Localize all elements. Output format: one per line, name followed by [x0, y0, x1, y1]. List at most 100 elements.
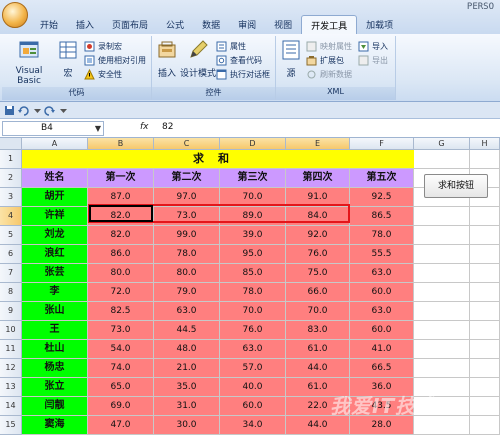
cell-blank[interactable] [414, 283, 470, 302]
row-header-9[interactable]: 9 [0, 302, 22, 321]
row-header-15[interactable]: 15 [0, 416, 22, 435]
score-cell[interactable]: 76.0 [220, 321, 286, 340]
undo-icon[interactable] [18, 105, 29, 116]
sheet-title[interactable]: 求和 [22, 150, 414, 169]
score-cell[interactable]: 47.0 [88, 416, 154, 435]
record-macro-button[interactable]: 录制宏 [84, 40, 122, 53]
view-code-button[interactable]: 查看代码 [216, 54, 262, 67]
score-cell[interactable]: 31.0 [154, 397, 220, 416]
row-header-13[interactable]: 13 [0, 378, 22, 397]
tab-insert[interactable]: 插入 [67, 15, 103, 34]
tab-formulas[interactable]: 公式 [157, 15, 193, 34]
relative-refs-button[interactable]: 使用相对引用 [84, 54, 146, 67]
score-cell[interactable]: 70.0 [286, 302, 350, 321]
column-header-b[interactable]: B [88, 138, 154, 150]
name-cell[interactable]: 杜山 [22, 340, 88, 359]
tab-data[interactable]: 数据 [193, 15, 229, 34]
cell-blank[interactable] [414, 321, 470, 340]
score-cell[interactable]: 66.0 [286, 283, 350, 302]
tab-developer[interactable]: 开发工具 [301, 15, 358, 34]
column-title-cell[interactable]: 姓名 [22, 169, 88, 188]
import-button[interactable]: 导入 [358, 40, 388, 53]
score-cell[interactable]: 86.5 [350, 207, 414, 226]
cell-blank[interactable] [414, 226, 470, 245]
score-cell[interactable]: 75.0 [286, 264, 350, 283]
score-cell[interactable]: 40.0 [220, 378, 286, 397]
score-cell[interactable]: 78.0 [154, 245, 220, 264]
column-title-cell[interactable]: 第一次 [88, 169, 154, 188]
refresh-data-button[interactable]: 刷新数据 [306, 68, 352, 81]
tab-add-ins[interactable]: 加载项 [357, 15, 402, 34]
cell-blank[interactable] [470, 226, 500, 245]
cell-blank[interactable] [414, 359, 470, 378]
name-cell[interactable]: 胡开 [22, 188, 88, 207]
save-icon[interactable] [4, 105, 15, 116]
name-cell[interactable]: 杨忠 [22, 359, 88, 378]
cell-blank[interactable] [414, 245, 470, 264]
cell-blank[interactable] [470, 207, 500, 226]
score-cell[interactable]: 41.0 [350, 340, 414, 359]
name-cell[interactable]: 张芸 [22, 264, 88, 283]
insert-function-icon[interactable]: fx [140, 122, 149, 132]
score-cell[interactable]: 76.0 [286, 245, 350, 264]
row-header-6[interactable]: 6 [0, 245, 22, 264]
office-button[interactable] [2, 2, 28, 28]
name-box[interactable]: B4 ▼ [2, 121, 104, 136]
score-cell[interactable]: 63.0 [154, 302, 220, 321]
customize-toolbar-icon[interactable] [58, 105, 69, 116]
macros-button[interactable]: 宏 [56, 39, 80, 79]
score-cell[interactable]: 48.0 [154, 340, 220, 359]
column-title-cell[interactable]: 第五次 [350, 169, 414, 188]
score-cell[interactable]: 82.5 [88, 302, 154, 321]
export-button[interactable]: 导出 [358, 54, 388, 67]
name-cell[interactable]: 窦海 [22, 416, 88, 435]
name-cell[interactable]: 许祥 [22, 207, 88, 226]
column-header-g[interactable]: G [414, 138, 470, 150]
name-cell[interactable]: 张山 [22, 302, 88, 321]
score-cell[interactable]: 80.0 [88, 264, 154, 283]
score-cell[interactable]: 60.0 [350, 283, 414, 302]
column-header-f[interactable]: F [350, 138, 414, 150]
score-cell[interactable]: 55.5 [350, 245, 414, 264]
tab-page-layout[interactable]: 页面布局 [103, 15, 157, 34]
column-title-cell[interactable]: 第三次 [220, 169, 286, 188]
score-cell[interactable]: 63.0 [350, 264, 414, 283]
sum-button[interactable]: 求和按钮 [424, 174, 488, 198]
score-cell[interactable]: 85.0 [220, 264, 286, 283]
score-cell[interactable]: 99.0 [154, 226, 220, 245]
row-header-5[interactable]: 5 [0, 226, 22, 245]
score-cell[interactable]: 44.0 [286, 359, 350, 378]
name-cell[interactable]: 闫靓 [22, 397, 88, 416]
score-cell[interactable]: 65.0 [88, 378, 154, 397]
xml-source-button[interactable]: 源 [278, 39, 304, 79]
tab-view[interactable]: 视图 [265, 15, 301, 34]
expansion-packs-button[interactable]: 扩展包 [306, 54, 344, 67]
cell-blank[interactable] [470, 378, 500, 397]
column-header-c[interactable]: C [154, 138, 220, 150]
cell-blank[interactable] [470, 264, 500, 283]
cell-blank[interactable] [470, 283, 500, 302]
score-cell[interactable]: 35.0 [154, 378, 220, 397]
redo-icon[interactable] [44, 105, 55, 116]
score-cell[interactable]: 78.0 [220, 283, 286, 302]
score-cell[interactable]: 74.0 [88, 359, 154, 378]
row-header-3[interactable]: 3 [0, 188, 22, 207]
cell-blank[interactable] [414, 207, 470, 226]
row-header-7[interactable]: 7 [0, 264, 22, 283]
tab-review[interactable]: 审阅 [229, 15, 265, 34]
cell-blank[interactable] [414, 302, 470, 321]
score-cell[interactable]: 66.5 [350, 359, 414, 378]
column-title-cell[interactable]: 第四次 [286, 169, 350, 188]
cell-blank[interactable] [414, 340, 470, 359]
score-cell[interactable]: 79.0 [154, 283, 220, 302]
row-header-11[interactable]: 11 [0, 340, 22, 359]
score-cell[interactable]: 60.0 [350, 321, 414, 340]
row-header-4[interactable]: 4 [0, 207, 22, 226]
name-cell[interactable]: 张立 [22, 378, 88, 397]
select-all-corner[interactable] [0, 138, 22, 150]
cell-blank[interactable] [414, 150, 470, 169]
score-cell[interactable]: 63.0 [220, 340, 286, 359]
score-cell[interactable]: 60.0 [220, 397, 286, 416]
properties-button[interactable]: 属性 [216, 40, 246, 53]
score-cell[interactable]: 39.0 [220, 226, 286, 245]
